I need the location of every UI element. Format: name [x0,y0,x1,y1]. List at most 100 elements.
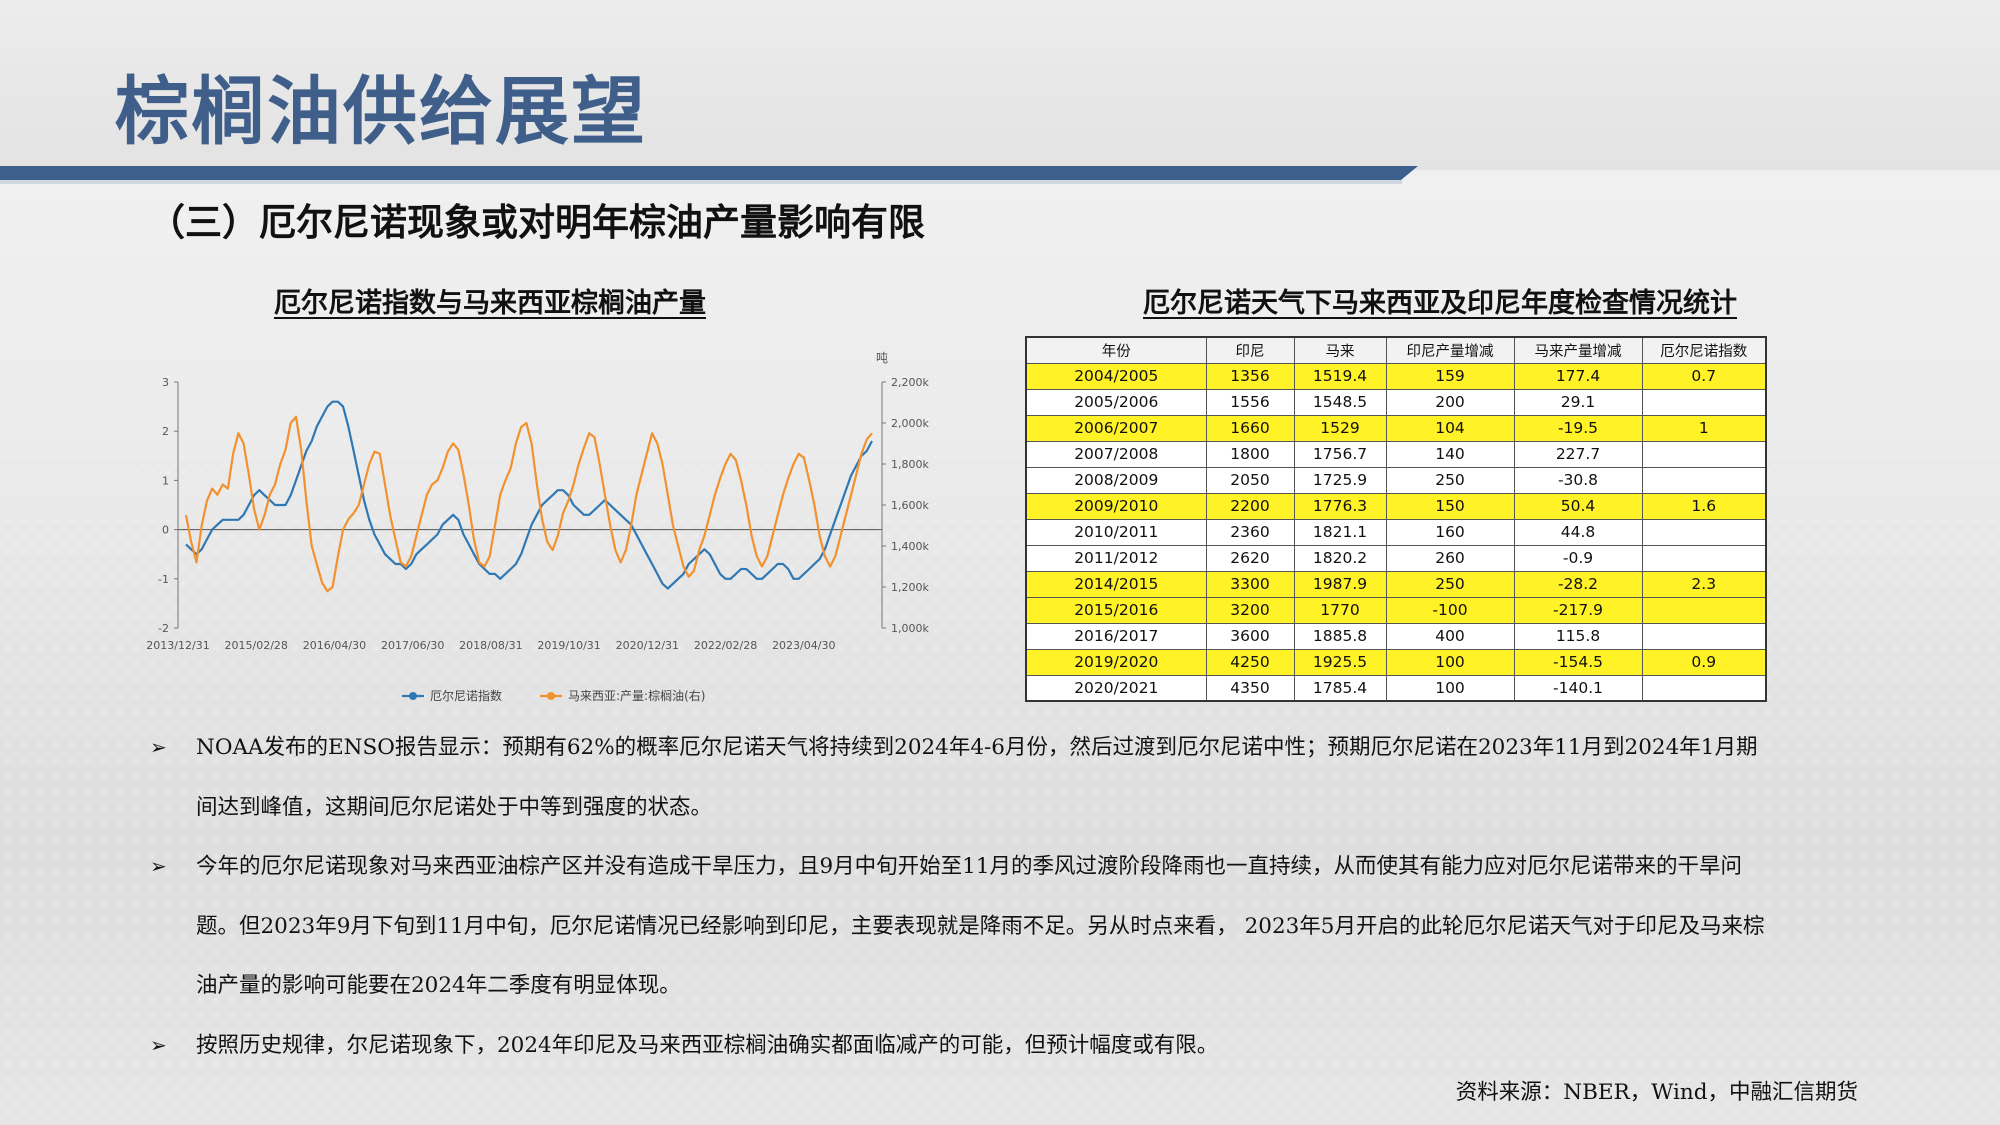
y-left-tick-label: -1 [158,573,169,586]
bullet-item: ➢ NOAA发布的ENSO报告显示：预期有62%的概率厄尔尼诺天气将持续到202… [150,718,1770,837]
y-right-tick-label: 1,000k [891,622,929,635]
arrow-bullet-icon: ➢ [150,1032,167,1057]
table-body: 2004/2005 1356 1519.4 159 177.4 0.7 2005/2006 1… [1025,362,1767,702]
table-row: 2016/2017 3600 1885.8 400 115.8 [1025,622,1767,650]
table-cell: 1 [1641,414,1767,442]
table-cell: 2019/2020 [1025,648,1207,676]
table-cell: 2620 [1205,544,1295,572]
table-cell: 1785.4 [1293,674,1387,702]
table-cell: 3300 [1205,570,1295,598]
table-cell: 1725.9 [1293,466,1387,494]
table-cell: -140.1 [1513,674,1643,702]
table-cell: 1.6 [1641,492,1767,520]
bullet-text: 按照历史规律，尔尼诺现象下，2024年印尼及马来西亚棕榈油确实都面临减产的可能，… [196,1032,1219,1058]
table-cell: 1519.4 [1293,362,1387,390]
table-cell: 2004/2005 [1025,362,1207,390]
table-cell: 250 [1385,466,1515,494]
table-row: 2008/2009 2050 1725.9 250 -30.8 [1025,466,1767,494]
table-cell: 2200 [1205,492,1295,520]
x-tick-label: 2022/02/28 [694,639,757,652]
table-cell: 1820.2 [1293,544,1387,572]
legend-marker-2 [547,692,555,700]
table-cell: 104 [1385,414,1515,442]
x-tick-label: 2013/12/31 [146,639,209,652]
table-row: 2004/2005 1356 1519.4 159 177.4 0.7 [1025,362,1767,390]
title-underline-bar [0,166,1418,180]
table-cell: 2006/2007 [1025,414,1207,442]
y-left-tick-label: 1 [162,474,169,487]
table-row: 2010/2011 2360 1821.1 160 44.8 [1025,518,1767,546]
y-left-tick-label: 3 [162,376,169,389]
table-cell [1641,440,1767,468]
table-cell: 44.8 [1513,518,1643,546]
table-cell: 1660 [1205,414,1295,442]
table-cell: 2050 [1205,466,1295,494]
series-line-2 [184,415,873,593]
y-right-tick-label: 1,800k [891,458,929,471]
table-cell: 2010/2011 [1025,518,1207,546]
chart-title: 厄尔尼诺指数与马来西亚棕榈油产量 [274,288,706,319]
table-row: 2005/2006 1556 1548.5 200 29.1 [1025,388,1767,416]
table-row: 2014/2015 3300 1987.9 250 -28.2 2.3 [1025,570,1767,598]
x-tick-label: 2015/02/28 [225,639,288,652]
table-cell: 4250 [1205,648,1295,676]
table-header-row: 年份 印尼 马来 印尼产量增减 马来产量增减 厄尔尼诺指数 [1025,336,1767,364]
table-row: 2020/2021 4350 1785.4 100 -140.1 [1025,674,1767,702]
table-cell: 2360 [1205,518,1295,546]
table-cell: 100 [1385,674,1515,702]
arrow-bullet-icon: ➢ [150,735,167,759]
table-cell: 2014/2015 [1025,570,1207,598]
y-right-tick-label: 1,600k [891,499,929,512]
table-cell [1641,544,1767,572]
table-cell: 250 [1385,570,1515,598]
source-note: 资料来源：NBER，Wind，中融汇信期货 [1455,1080,1858,1105]
table-cell: 0.7 [1641,362,1767,390]
table-row: 2009/2010 2200 1776.3 150 50.4 1.6 [1025,492,1767,520]
table-cell: 3600 [1205,622,1295,650]
table-cell: 159 [1385,362,1515,390]
line-chart: 3 2 1 0 -1 -2 2,200k 2,000k 1,800k 1,600k 1,400k 1,… [140,342,930,712]
table-cell: -154.5 [1513,648,1643,676]
table-row: 2006/2007 1660 1529 104 -19.5 1 [1025,414,1767,442]
table-cell: 200 [1385,388,1515,416]
table-cell: 1885.8 [1293,622,1387,650]
table-cell: 1925.5 [1293,648,1387,676]
table-title: 厄尔尼诺天气下马来西亚及印尼年度检查情况统计 [1143,288,1737,319]
stats-table-wrapper: 年份 印尼 马来 印尼产量增减 马来产量增减 厄尔尼诺指数 2004/2005 1356 15… [1025,336,1767,702]
table-cell: 2007/2008 [1025,440,1207,468]
x-tick-label: 2023/04/30 [772,639,835,652]
bullet-item: ➢ 按照历史规律，尔尼诺现象下，2024年印尼及马来西亚棕榈油确实都面临减产的可… [150,1016,1770,1076]
y-right-tick-label: 1,400k [891,540,929,553]
table-cell: 2.3 [1641,570,1767,598]
section-subtitle: （三）厄尔尼诺现象或对明年棕油产量影响有限 [148,201,925,244]
table-row: 2015/2016 3200 1770 -100 -217.9 [1025,596,1767,624]
table-header-cell: 年份 [1025,336,1207,364]
table-cell [1641,674,1767,702]
table-cell: -217.9 [1513,596,1643,624]
table-cell: 1548.5 [1293,388,1387,416]
table-cell: 29.1 [1513,388,1643,416]
table-cell: 1987.9 [1293,570,1387,598]
table-cell: 115.8 [1513,622,1643,650]
title-underline-shadow [0,180,1402,184]
y-right-tick-label: 2,200k [891,376,929,389]
table-header-cell: 印尼产量增减 [1385,336,1515,364]
table-cell [1641,518,1767,546]
table-cell: -28.2 [1513,570,1643,598]
y-right-tick-label: 1,200k [891,581,929,594]
table-cell: 400 [1385,622,1515,650]
table-cell: 1821.1 [1293,518,1387,546]
table-cell: 100 [1385,648,1515,676]
bullet-item: ➢ 今年的厄尔尼诺现象对马来西亚油棕产区并没有造成干旱压力，且9月中旬开始至11… [150,837,1770,1016]
table-cell: 4350 [1205,674,1295,702]
table-cell: 50.4 [1513,492,1643,520]
y-right-unit-label: 吨 [876,351,888,365]
legend-marker-1 [409,692,417,700]
table-cell [1641,622,1767,650]
y-left-tick-label: -2 [158,622,169,635]
table-header-cell: 马来产量增减 [1513,336,1643,364]
table-row: 2019/2020 4250 1925.5 100 -154.5 0.9 [1025,648,1767,676]
table-cell: -19.5 [1513,414,1643,442]
table-cell: 3200 [1205,596,1295,624]
table-cell: 2016/2017 [1025,622,1207,650]
